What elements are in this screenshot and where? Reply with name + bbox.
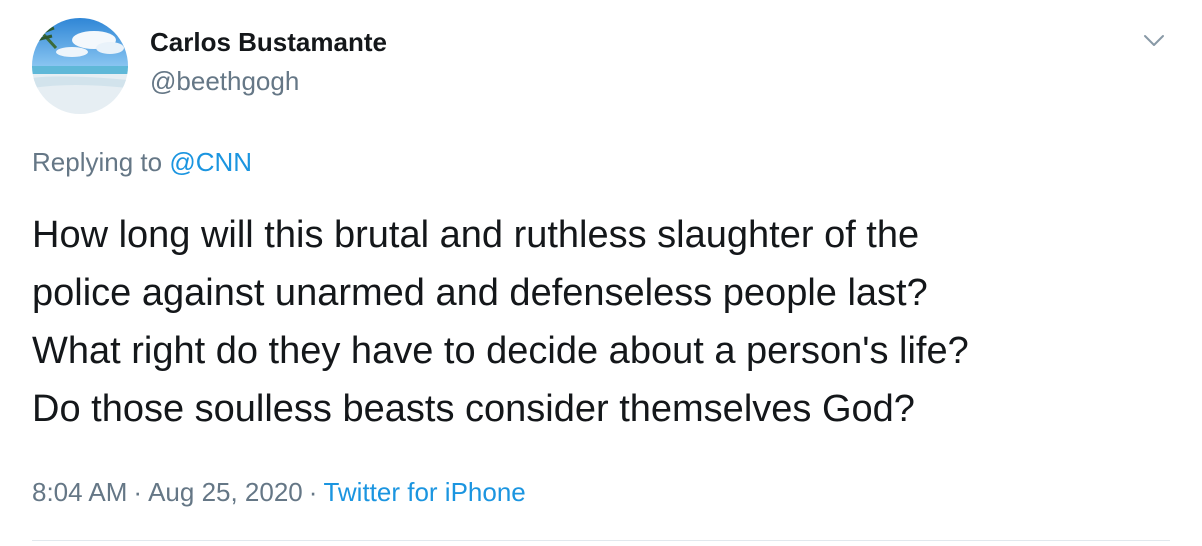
author-name[interactable]: Carlos Bustamante — [150, 27, 387, 58]
meta-separator: · — [133, 477, 143, 507]
tweet-card: Carlos Bustamante @beethgogh Replying to… — [0, 0, 1202, 546]
tweet-meta: 8:04 AM · Aug 25, 2020 · Twitter for iPhone — [32, 477, 526, 508]
author-handle[interactable]: @beethgogh — [150, 66, 299, 97]
reply-mention-link[interactable]: @CNN — [169, 147, 252, 177]
chevron-down-icon — [1144, 35, 1164, 46]
tweet-text: How long will this brutal and ruthless s… — [32, 214, 969, 430]
replying-to-label: Replying to — [32, 147, 170, 177]
replying-to: Replying to @CNN — [32, 147, 252, 178]
tweet-date[interactable]: Aug 25, 2020 — [148, 477, 303, 507]
divider — [32, 540, 1170, 541]
meta-separator: · — [308, 477, 318, 507]
avatar[interactable] — [32, 18, 128, 114]
tweet-source-link[interactable]: Twitter for iPhone — [323, 477, 525, 507]
tweet-menu-button[interactable] — [1140, 26, 1168, 54]
tweet-time[interactable]: 8:04 AM — [32, 477, 127, 507]
beach-avatar-icon — [32, 18, 128, 114]
